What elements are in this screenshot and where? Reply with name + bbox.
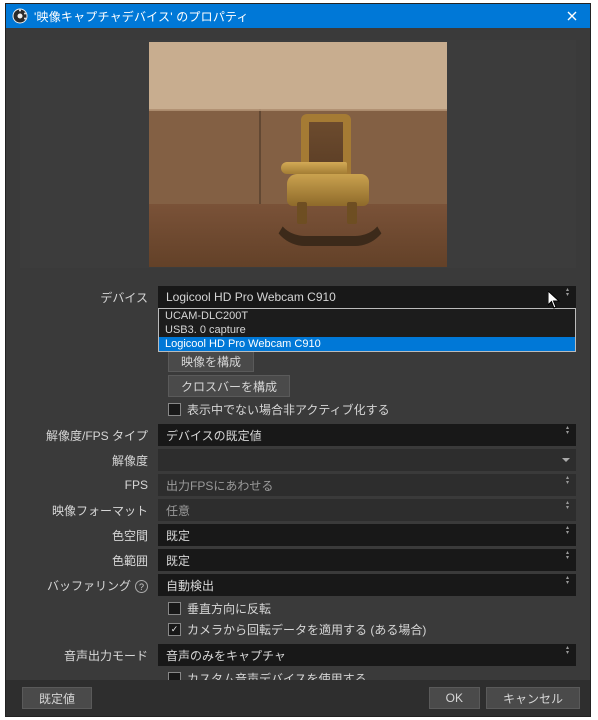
resolution-select[interactable] <box>158 449 576 471</box>
colorspace-label: 色空間 <box>20 527 158 544</box>
device-option-2[interactable]: Logicool HD Pro Webcam C910 <box>159 337 575 351</box>
spinner-icon: ▴▾ <box>566 426 572 435</box>
fps-label: FPS <box>20 478 158 492</box>
res-fps-type-select[interactable]: デバイスの既定値 ▴▾ <box>158 424 576 446</box>
device-option-0[interactable]: UCAM-DLC200T <box>159 309 575 323</box>
properties-dialog: '映像キャプチャデバイス' のプロパティ デバイス <box>5 3 591 717</box>
deactivate-checkbox[interactable] <box>168 403 181 416</box>
audio-mode-select[interactable]: 音声のみをキャプチャ ▴▾ <box>158 644 576 666</box>
colorrange-value: 既定 <box>166 552 190 569</box>
configure-crossbar-button[interactable]: クロスバーを構成 <box>168 375 290 397</box>
res-fps-type-label: 解像度/FPS タイプ <box>20 427 158 444</box>
format-value: 任意 <box>166 502 190 519</box>
spinner-icon: ▴▾ <box>566 288 572 297</box>
deactivate-label: 表示中でない場合非アクティブ化する <box>187 401 390 418</box>
spinner-icon: ▴▾ <box>566 476 572 485</box>
spinner-icon: ▴▾ <box>566 526 572 535</box>
format-label: 映像フォーマット <box>20 502 158 519</box>
device-select[interactable]: Logicool HD Pro Webcam C910 ▴▾ <box>158 286 576 308</box>
colorspace-select[interactable]: 既定 ▴▾ <box>158 524 576 546</box>
spinner-icon: ▴▾ <box>566 646 572 655</box>
defaults-button[interactable]: 既定値 <box>22 687 92 709</box>
resolution-label: 解像度 <box>20 452 158 469</box>
titlebar[interactable]: '映像キャプチャデバイス' のプロパティ <box>6 4 590 28</box>
app-icon <box>12 8 28 24</box>
buffering-select[interactable]: 自動検出 ▴▾ <box>158 574 576 596</box>
colorrange-label: 色範囲 <box>20 552 158 569</box>
cancel-button[interactable]: キャンセル <box>486 687 580 709</box>
spinner-icon: ▴▾ <box>566 576 572 585</box>
chevron-down-icon <box>562 458 570 462</box>
dialog-footer: 既定値 OK キャンセル <box>6 680 590 716</box>
buffering-label: バッファリング? <box>20 577 158 594</box>
format-select[interactable]: 任意 ▴▾ <box>158 499 576 521</box>
apply-rotation-checkbox[interactable]: ✓ <box>168 623 181 636</box>
colorrange-select[interactable]: 既定 ▴▾ <box>158 549 576 571</box>
spinner-icon: ▴▾ <box>566 501 572 510</box>
spinner-icon: ▴▾ <box>566 551 572 560</box>
configure-video-button[interactable]: 映像を構成 <box>168 350 254 372</box>
audio-mode-value: 音声のみをキャプチャ <box>166 647 286 664</box>
audio-mode-label: 音声出力モード <box>20 647 158 664</box>
device-dropdown: UCAM-DLC200T USB3. 0 capture Logicool HD… <box>158 308 576 352</box>
buffering-value: 自動検出 <box>166 577 214 594</box>
res-fps-type-value: デバイスの既定値 <box>166 427 262 444</box>
fps-select[interactable]: 出力FPSにあわせる ▴▾ <box>158 474 576 496</box>
colorspace-value: 既定 <box>166 527 190 544</box>
close-button[interactable] <box>558 6 586 26</box>
flip-vertical-checkbox[interactable] <box>168 602 181 615</box>
video-preview <box>20 40 576 268</box>
device-selected-value: Logicool HD Pro Webcam C910 <box>166 290 336 304</box>
help-icon[interactable]: ? <box>135 580 148 593</box>
apply-rotation-label: カメラから回転データを適用する (ある場合) <box>187 621 426 638</box>
device-label: デバイス <box>20 289 158 306</box>
device-option-1[interactable]: USB3. 0 capture <box>159 323 575 337</box>
ok-button[interactable]: OK <box>429 687 480 709</box>
fps-value: 出力FPSにあわせる <box>166 477 273 494</box>
flip-vertical-label: 垂直方向に反転 <box>187 600 271 617</box>
window-title: '映像キャプチャデバイス' のプロパティ <box>34 8 558 25</box>
